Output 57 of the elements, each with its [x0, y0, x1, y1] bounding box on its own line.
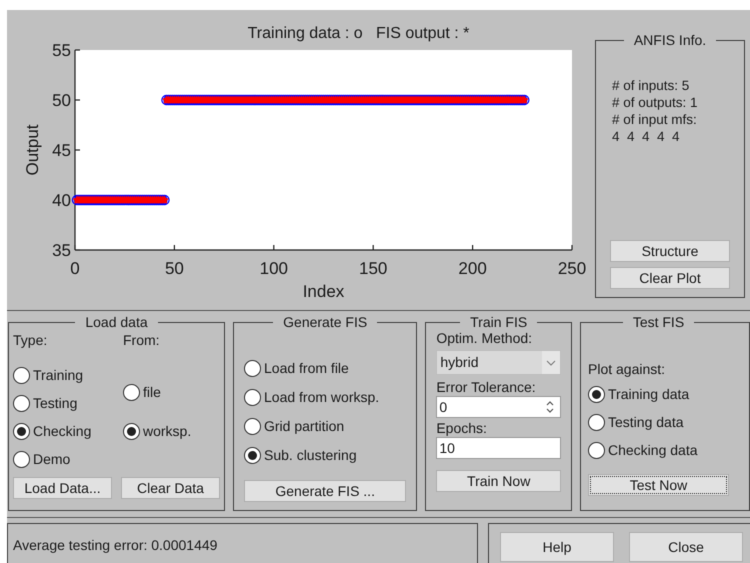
radio-option[interactable]: worksp.	[123, 420, 192, 442]
group-title: Train FIS	[469, 315, 528, 329]
info-text: # of outputs: 1	[612, 94, 699, 111]
caret-icon	[546, 360, 556, 366]
label: From:	[123, 331, 161, 350]
label: Optim. Method:	[436, 329, 534, 347]
info-text: # of inputs: 5	[612, 77, 690, 94]
radio-option[interactable]: Training	[13, 364, 115, 386]
axis-tick-label: 40	[52, 191, 71, 210]
label: Epochs:	[436, 419, 488, 437]
axis-tick-label: 50	[52, 91, 71, 110]
radio-option[interactable]: Demo	[13, 448, 115, 470]
chart-title: Training data : o FIS output : *	[248, 25, 470, 42]
axis-label: Output	[23, 124, 42, 176]
group-title: ANFIS Info.	[632, 33, 708, 47]
group-title: Generate FIS	[282, 315, 368, 329]
axis-tick-label: 200	[458, 259, 487, 278]
button[interactable]: Clear Plot	[610, 267, 730, 289]
radio-option[interactable]: Load from file	[244, 357, 406, 379]
spinner-arrows-icon	[545, 400, 555, 414]
axis-tick-label: 50	[164, 259, 184, 278]
axis-tick-label: 250	[558, 259, 586, 278]
button[interactable]: Clear Data	[121, 477, 220, 499]
axis-tick-label: 150	[359, 259, 388, 278]
axis-label: Index	[302, 282, 344, 301]
group-title: Test FIS	[632, 315, 686, 329]
label: Type:	[13, 331, 48, 350]
radio-option[interactable]: Testing data	[588, 411, 729, 433]
button[interactable]: Help	[500, 532, 614, 562]
button[interactable]: Load Data...	[13, 477, 112, 499]
axis-tick-label: 100	[260, 259, 288, 278]
radio-option[interactable]: Load from worksp.	[244, 386, 406, 408]
axis-tick-label: 45	[52, 141, 71, 160]
button[interactable]: Test Now	[588, 474, 729, 496]
radio-option[interactable]: Checking data	[588, 439, 729, 461]
button[interactable]: Train Now	[436, 470, 561, 492]
info-text: # of input mfs:	[612, 111, 698, 128]
button[interactable]: Structure	[610, 240, 730, 262]
axis-tick-label: 55	[52, 41, 71, 60]
status-text: Average testing error: 0.0001449	[13, 537, 218, 553]
info-text: 4 4 4 4 4	[612, 128, 681, 145]
radio-option[interactable]: Testing	[13, 392, 115, 414]
tolerance-field[interactable]: 0	[436, 396, 561, 418]
radio-option[interactable]: file	[123, 381, 192, 403]
radio-option[interactable]: Sub. clustering	[244, 444, 406, 466]
radio-option[interactable]: Checking	[13, 420, 115, 442]
group-title: Load data	[84, 315, 149, 329]
label: Plot against:	[588, 360, 666, 379]
axis-tick-label: 35	[52, 241, 71, 260]
radio-option[interactable]: Training data	[588, 383, 729, 405]
radio-option[interactable]: Grid partition	[244, 415, 406, 437]
method-dropdown[interactable]: hybrid	[436, 350, 561, 375]
label: Error Tolerance:	[436, 378, 537, 396]
button[interactable]: Generate FIS ...	[244, 480, 406, 502]
epochs-field[interactable]: 10	[436, 437, 561, 459]
axis-tick-label: 0	[70, 259, 80, 278]
button[interactable]: Close	[629, 532, 743, 562]
